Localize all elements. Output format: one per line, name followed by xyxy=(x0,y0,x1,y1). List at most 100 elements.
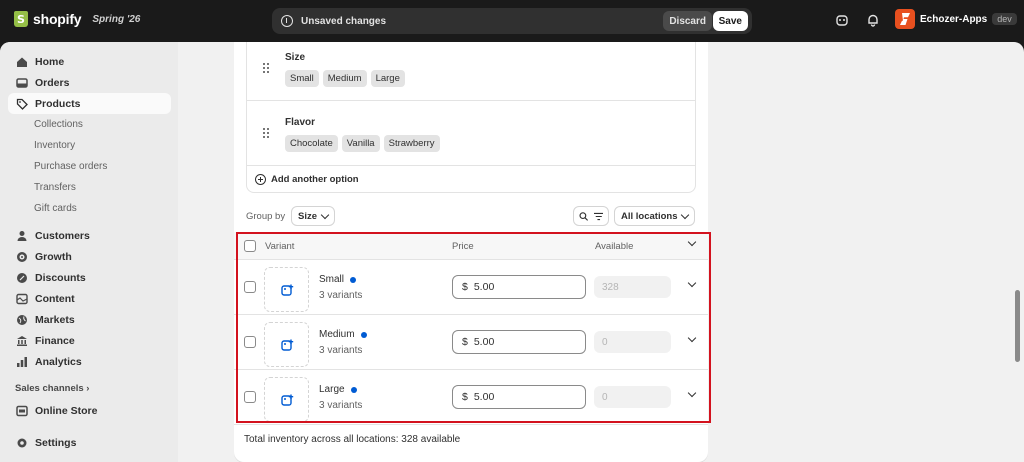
divider xyxy=(247,100,695,101)
sidebar-sub-gift-cards[interactable]: Gift cards xyxy=(34,203,77,214)
variant-name: Medium xyxy=(319,329,367,340)
sidebar-item-label: Settings xyxy=(35,436,77,449)
select-all-checkbox[interactable] xyxy=(244,240,256,252)
sidebar-item-label: Discounts xyxy=(35,271,86,284)
group-by-value: Size xyxy=(298,210,318,222)
store-switcher[interactable]: Echozer-Apps dev xyxy=(895,9,1017,29)
search-filter-button[interactable] xyxy=(573,206,609,226)
person-icon xyxy=(17,230,27,241)
row-checkbox[interactable] xyxy=(244,391,256,403)
column-header-available[interactable]: Available xyxy=(595,241,633,252)
bell-icon[interactable] xyxy=(866,13,880,27)
price-field[interactable]: $ 5.00 xyxy=(452,385,586,409)
sidebar-item-label: Orders xyxy=(35,76,70,89)
sales-channels-label: Sales channels xyxy=(15,383,84,394)
available-field[interactable]: 0 xyxy=(594,331,671,353)
option-value-chip: Small xyxy=(285,70,319,87)
option-values: Chocolate Vanilla Strawberry xyxy=(285,135,440,152)
sidebar-item-label: Online Store xyxy=(35,404,98,417)
variant-name: Small xyxy=(319,274,357,285)
table-header: Variant Price Available xyxy=(234,232,708,260)
price-value: 5.00 xyxy=(473,281,495,293)
add-option-label: Add another option xyxy=(271,174,359,185)
sidebar-item-label: Finance xyxy=(35,334,75,347)
store-logo-icon xyxy=(895,9,915,29)
sidebar-item-markets[interactable]: Markets xyxy=(8,309,171,330)
discard-button[interactable]: Discard xyxy=(663,11,712,31)
price-value: 5.00 xyxy=(473,391,495,403)
globe-icon xyxy=(17,314,27,325)
option-name: Flavor xyxy=(285,117,316,128)
top-bar: shopify Spring '26 Unsaved changes Disca… xyxy=(0,0,1024,42)
search-icon xyxy=(579,211,589,221)
chevron-down-icon[interactable] xyxy=(687,333,697,343)
sidebar-item-growth[interactable]: Growth xyxy=(8,246,171,267)
filter-icon xyxy=(593,212,603,220)
row-checkbox[interactable] xyxy=(244,281,256,293)
variant-image-placeholder[interactable] xyxy=(264,322,309,367)
variant-count: 3 variants xyxy=(319,345,363,356)
variant-count: 3 variants xyxy=(319,290,363,301)
variant-image-placeholder[interactable] xyxy=(264,267,309,312)
available-field[interactable]: 0 xyxy=(594,386,671,408)
sidebar-item-orders[interactable]: Orders xyxy=(8,72,171,93)
sidebar-item-finance[interactable]: Finance xyxy=(8,330,171,351)
sidebar-sub-purchase-orders[interactable]: Purchase orders xyxy=(34,161,107,172)
sidebar-item-home[interactable]: Home xyxy=(8,51,171,72)
group-by-label: Group by xyxy=(246,211,286,222)
price-field[interactable]: $ 5.00 xyxy=(452,330,586,354)
unsaved-changes-text: Unsaved changes xyxy=(301,15,387,27)
sidebar-item-settings[interactable]: Settings xyxy=(8,432,171,453)
locations-select[interactable]: All locations xyxy=(614,206,696,226)
option-value-chip: Chocolate xyxy=(285,135,338,152)
variant-name-text: Large xyxy=(319,384,345,395)
table-row[interactable]: Large 3 variants $ 5.00 0 xyxy=(234,370,708,425)
drag-handle-icon[interactable] xyxy=(263,63,271,73)
row-checkbox[interactable] xyxy=(244,336,256,348)
group-by-select[interactable]: Size xyxy=(291,206,336,226)
sidebar-sub-transfers[interactable]: Transfers xyxy=(34,182,76,193)
sales-channels-heading[interactable]: Sales channels › xyxy=(15,383,89,394)
chart-icon xyxy=(17,356,27,367)
option-values: Small Medium Large xyxy=(285,70,405,87)
options-list: Size Small Medium Large Flavor Chocolate… xyxy=(246,42,696,193)
page-scrollbar[interactable] xyxy=(1015,290,1020,362)
alert-circle-icon xyxy=(281,15,293,27)
variant-image-placeholder[interactable] xyxy=(264,377,309,422)
option-value-chip: Medium xyxy=(322,70,367,87)
save-button[interactable]: Save xyxy=(712,11,748,31)
status-dot xyxy=(350,276,357,283)
sidebar-item-discounts[interactable]: Discounts xyxy=(8,267,171,288)
plus-circle-icon xyxy=(255,174,266,185)
sidebar-item-label: Products xyxy=(35,97,81,110)
sidebar-item-customers[interactable]: Customers xyxy=(8,225,171,246)
sidebar-item-products[interactable]: Products xyxy=(8,93,171,114)
sidebar-item-label: Growth xyxy=(35,250,72,263)
sidebar-item-label: Customers xyxy=(35,229,90,242)
sidebar-item-label: Home xyxy=(35,55,65,68)
sidekick-icon[interactable] xyxy=(835,13,849,27)
sidebar-item-content[interactable]: Content xyxy=(8,288,171,309)
add-another-option-button[interactable]: Add another option xyxy=(255,174,359,185)
column-header-price: Price xyxy=(452,241,474,252)
chevron-down-icon[interactable] xyxy=(687,237,697,247)
currency-symbol: $ xyxy=(462,336,468,348)
table-row[interactable]: Small 3 variants $ 5.00 328 xyxy=(234,260,708,315)
price-field[interactable]: $ 5.00 xyxy=(452,275,586,299)
tag-icon xyxy=(16,98,28,110)
chevron-down-icon[interactable] xyxy=(687,388,697,398)
shopify-logo[interactable]: shopify Spring '26 xyxy=(14,11,140,27)
table-row[interactable]: Medium 3 variants $ 5.00 0 xyxy=(234,315,708,370)
store-icon xyxy=(16,405,28,416)
sidebar-sub-inventory[interactable]: Inventory xyxy=(34,140,75,151)
sidebar-sub-collections[interactable]: Collections xyxy=(34,119,83,130)
divider xyxy=(247,165,695,166)
sidebar-item-online-store[interactable]: Online Store xyxy=(8,400,171,421)
chevron-down-icon[interactable] xyxy=(687,278,697,288)
edition-label: Spring '26 xyxy=(92,13,141,25)
drag-handle-icon[interactable] xyxy=(263,128,271,138)
available-value: 0 xyxy=(602,391,608,403)
available-field[interactable]: 328 xyxy=(594,276,671,298)
variant-name-text: Small xyxy=(319,274,345,285)
sidebar-item-analytics[interactable]: Analytics xyxy=(8,351,171,372)
